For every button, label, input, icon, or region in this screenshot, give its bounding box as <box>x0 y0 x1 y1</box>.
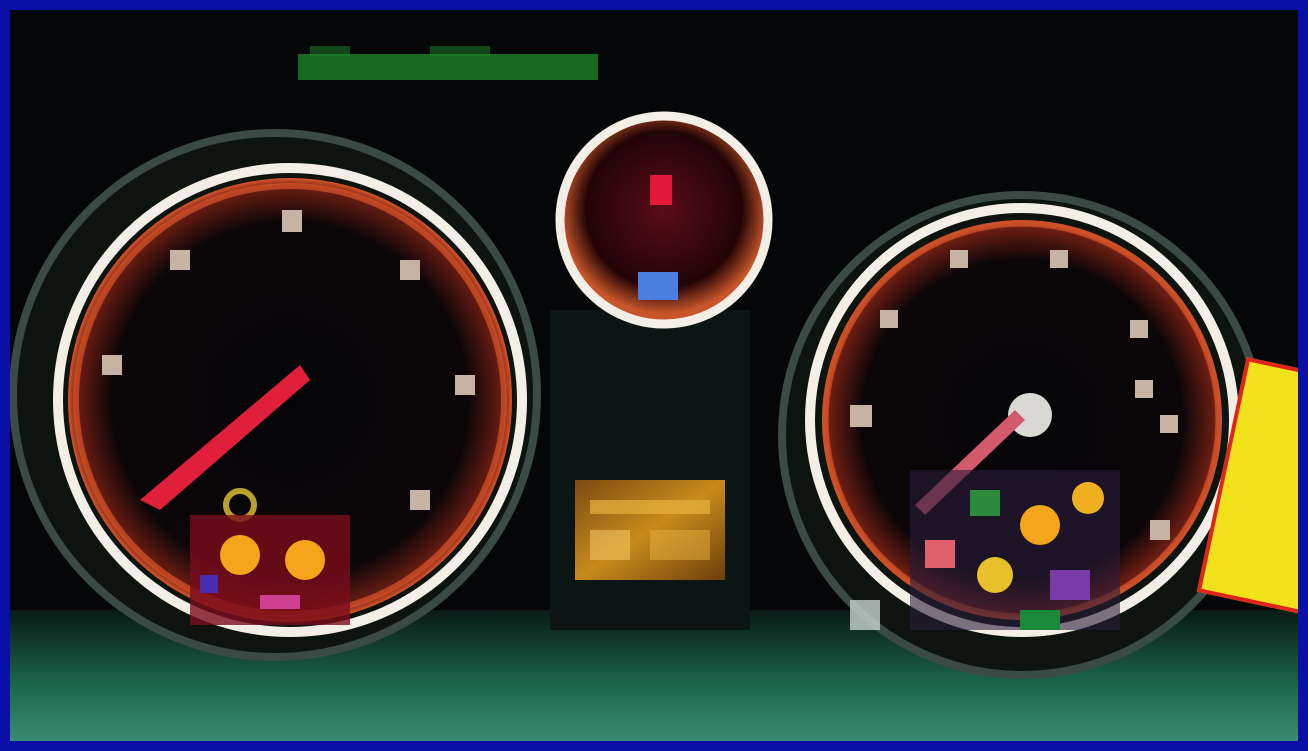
tachometer-gauge <box>10 129 541 661</box>
center-indicator-blue <box>638 272 678 300</box>
instrument-cluster-photo <box>10 10 1298 741</box>
photo-frame <box>10 10 1298 741</box>
warning-lights <box>190 515 350 625</box>
center-needle <box>650 175 672 205</box>
center-panel <box>550 310 750 630</box>
center-gauge <box>555 111 773 329</box>
lcd-display <box>575 480 725 580</box>
speedometer-warning-lights <box>910 470 1120 630</box>
reflection-highlight <box>850 600 880 630</box>
